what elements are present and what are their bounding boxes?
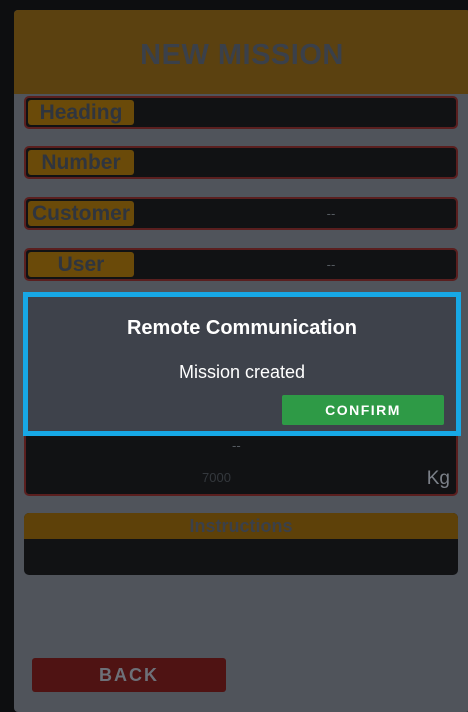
back-button[interactable]: BACK <box>32 658 226 692</box>
number-value <box>206 148 456 177</box>
quantity-unit: Kg <box>426 468 450 489</box>
heading-label: Heading <box>28 100 134 125</box>
user-field[interactable]: User -- <box>24 248 458 281</box>
header-bar: NEW MISSION <box>14 10 468 94</box>
user-value: -- <box>326 257 336 272</box>
remote-communication-dialog: Remote Communication Mission created CON… <box>23 292 461 436</box>
customer-field[interactable]: Customer -- <box>24 197 458 230</box>
heading-field[interactable]: Heading <box>24 96 458 129</box>
user-label: User <box>28 252 134 277</box>
quantity-value: 7000 <box>202 470 231 485</box>
number-field[interactable]: Number <box>24 146 458 179</box>
customer-value: -- <box>326 206 336 221</box>
confirm-button[interactable]: CONFIRM <box>282 395 444 425</box>
page-title: NEW MISSION <box>140 38 344 71</box>
dialog-message: Mission created <box>178 362 306 382</box>
instructions-panel[interactable]: Instructions <box>24 513 458 575</box>
customer-label: Customer <box>28 201 134 226</box>
instructions-label: Instructions <box>24 513 458 539</box>
number-label: Number <box>28 150 134 175</box>
heading-value <box>206 98 456 127</box>
quantity-dash: -- <box>232 438 241 453</box>
dialog-title: Remote Communication <box>126 317 358 339</box>
